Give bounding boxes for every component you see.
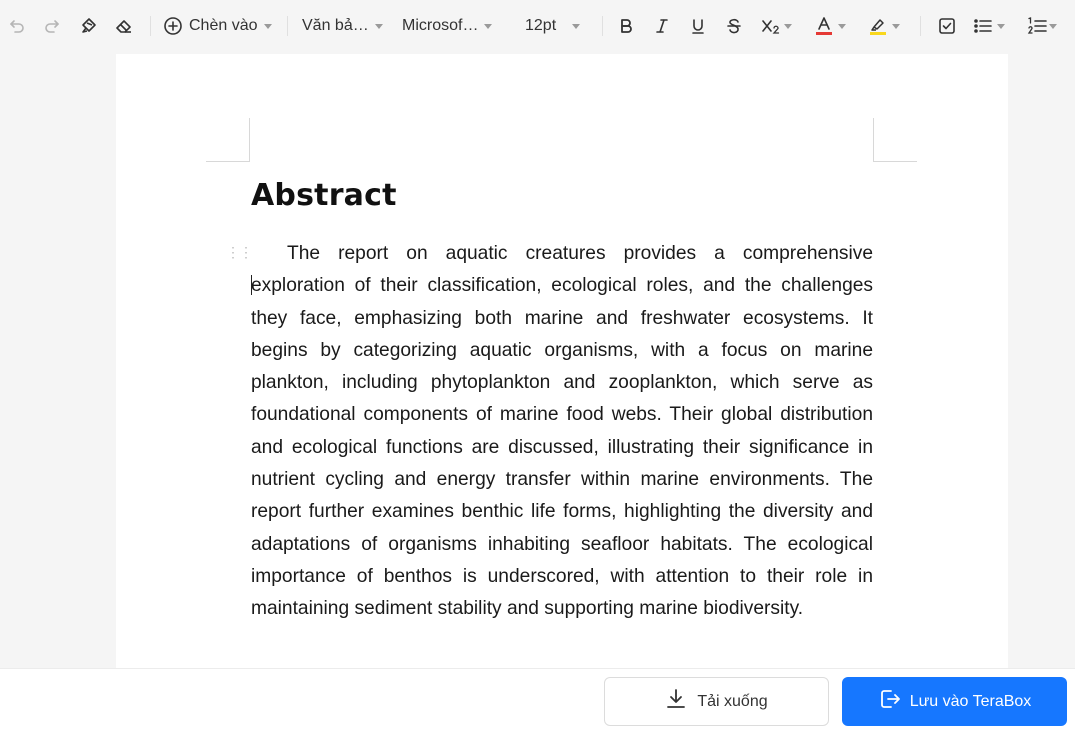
strikethrough-icon[interactable] xyxy=(723,12,745,40)
insert-menu-label: Chèn vào xyxy=(189,17,258,34)
chevron-down-icon xyxy=(484,23,493,29)
chevron-down-icon xyxy=(374,23,383,29)
font-size-label: 12pt xyxy=(525,17,557,34)
insert-menu-button[interactable]: Chèn vào xyxy=(163,12,273,40)
bullet-list-icon xyxy=(973,17,993,35)
document-heading[interactable]: Abstract xyxy=(251,178,397,213)
format-painter-icon[interactable] xyxy=(78,12,100,40)
font-color-icon xyxy=(814,16,834,36)
chevron-down-icon xyxy=(263,23,272,29)
chevron-down-icon xyxy=(892,23,900,29)
text-cursor xyxy=(251,275,252,295)
undo-icon[interactable] xyxy=(6,12,28,40)
editor-toolbar: Chèn vào Văn bả… Microsof… 12pt xyxy=(0,0,1075,52)
toolbar-divider xyxy=(602,16,603,36)
save-to-terabox-label: Lưu vào TeraBox xyxy=(909,692,1032,710)
eraser-icon[interactable] xyxy=(113,12,135,40)
underline-icon[interactable] xyxy=(687,12,709,40)
font-family-label: Microsof… xyxy=(402,17,479,34)
highlighter-icon xyxy=(868,16,888,36)
font-family-select[interactable]: Microsof… xyxy=(402,12,498,40)
italic-icon[interactable] xyxy=(651,12,673,40)
plus-circle-icon xyxy=(163,16,183,36)
numbered-list-button[interactable] xyxy=(1027,12,1065,40)
toolbar-divider xyxy=(287,16,288,36)
redo-icon[interactable] xyxy=(41,12,63,40)
chevron-down-icon xyxy=(572,23,581,29)
save-to-terabox-button[interactable]: Lưu vào TeraBox xyxy=(842,677,1067,726)
drag-handle-icon[interactable]: ⋮⋮ xyxy=(226,245,253,259)
chevron-down-icon xyxy=(784,23,792,29)
font-size-select[interactable]: 12pt xyxy=(525,12,585,40)
paragraph-style-select[interactable]: Văn bả… xyxy=(302,12,386,40)
paragraph-style-label: Văn bả… xyxy=(302,17,369,34)
chevron-down-icon xyxy=(997,23,1005,29)
bold-icon[interactable] xyxy=(615,12,637,40)
bullet-list-button[interactable] xyxy=(973,12,1011,40)
highlight-color-button[interactable] xyxy=(868,12,906,40)
chevron-down-icon xyxy=(1049,23,1057,29)
download-icon xyxy=(665,688,687,715)
checkbox-icon[interactable] xyxy=(936,12,958,40)
document-paragraph[interactable]: The report on aquatic creatures provides… xyxy=(251,238,873,626)
page-corner-mark xyxy=(873,118,917,162)
document-page[interactable]: Abstract ⋮⋮ The report on aquatic creatu… xyxy=(116,54,1008,668)
page-corner-mark xyxy=(206,118,250,162)
export-icon xyxy=(878,687,902,716)
numbered-list-icon xyxy=(1027,16,1047,36)
font-color-button[interactable] xyxy=(814,12,852,40)
toolbar-divider xyxy=(920,16,921,36)
subscript-icon xyxy=(760,17,782,35)
download-button[interactable]: Tải xuống xyxy=(604,677,829,726)
chevron-down-icon xyxy=(838,23,846,29)
subscript-button[interactable] xyxy=(760,12,798,40)
toolbar-divider xyxy=(150,16,151,36)
download-label: Tải xuống xyxy=(697,692,768,710)
